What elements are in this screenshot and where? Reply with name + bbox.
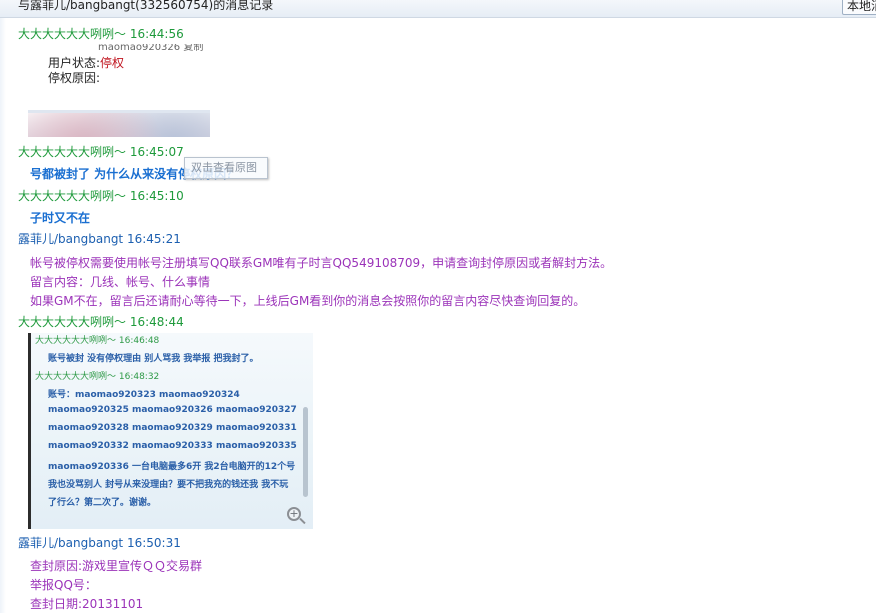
title-bar: 与露菲儿/bangbangt(332560754)的消息记录 本地消	[0, 0, 876, 18]
message-time: 16:45:21	[126, 232, 181, 246]
image-scrollbar	[303, 407, 308, 497]
window-title: 与露菲儿/bangbangt(332560754)的消息记录	[18, 0, 274, 12]
image-line: 大大大大大大咧咧～ 16:46:48	[35, 336, 160, 346]
message-header: 大大大大大大咧咧～ 16:45:07	[18, 143, 184, 160]
sender-name: 大大大大大大咧咧～	[18, 27, 127, 41]
sender-name: 大大大大大大咧咧～	[18, 189, 127, 203]
zoom-handle	[299, 517, 306, 525]
image-line: maomao920332 maomao920333 maomao920335	[48, 441, 297, 451]
message-line: 留言内容：几线、帐号、什么事情	[30, 275, 211, 289]
status-value: 停权	[100, 56, 125, 70]
image-line: 大大大大大大咧咧～ 16:48:32	[35, 372, 160, 382]
status-card: maomao920326 复制 用户状态:停权 停权原因:	[28, 44, 210, 113]
image-line: 账号：maomao920323 maomao920324	[48, 390, 240, 400]
message-header: 大大大大大大咧咧～ 16:48:44	[18, 313, 184, 330]
status-label: 用户状态:	[48, 56, 101, 70]
message-time: 16:48:44	[129, 315, 184, 329]
sender-name: 大大大大大大咧咧～	[18, 145, 127, 159]
view-original-tooltip: 双击查看原图	[184, 157, 268, 179]
message-time: 16:44:56	[129, 27, 184, 41]
message-line: 如果GM不在，留言后还请耐心等待一下，上线后GM看到你的消息会按照你的留言内容尽…	[30, 294, 586, 308]
image-line: maomao920336 一台电脑最多6开 我2台电脑开的12个号	[48, 462, 296, 472]
image-line: maomao920325 maomao920326 maomao920327	[48, 405, 297, 415]
image-line: 了行么？第二次了。谢谢。	[48, 498, 157, 508]
message-header: 露菲儿/bangbangt 16:45:21	[18, 230, 181, 247]
chat-image-screenshot[interactable]: 大大大大大大咧咧～ 16:46:48 账号被封 没有停权理由 别人骂我 我举报 …	[28, 333, 313, 529]
message-header: 大大大大大大咧咧～ 16:45:10	[18, 187, 184, 204]
message-text: 子时又不在	[30, 211, 91, 225]
message-time: 16:45:07	[129, 145, 184, 159]
message-header: 大大大大大大咧咧～ 16:44:56	[18, 25, 184, 42]
cropped-text: maomao920326 复制	[98, 44, 204, 53]
local-messages-button[interactable]: 本地消	[842, 0, 876, 15]
sender-name: 露菲儿/bangbangt	[18, 232, 124, 246]
reason-label: 停权原因:	[48, 71, 101, 85]
chat-image-status-card[interactable]: maomao920326 复制 用户状态:停权 停权原因:	[28, 44, 210, 137]
image-line: 账号被封 没有停权理由 别人骂我 我举报 把我封了。	[48, 354, 259, 364]
message-line: 查封原因:游戏里宣传ＱＱ交易群	[30, 559, 203, 573]
image-line: 我也没骂别人 封号从来没理由？要不把我充的钱还我 我不玩	[48, 480, 289, 490]
left-gutter	[0, 18, 6, 613]
message-line: 举报QQ号：	[30, 578, 97, 592]
message-line: 帐号被停权需要使用帐号注册填写QQ联系GM唯有子时言QQ549108709，申请…	[30, 256, 613, 270]
sender-name: 大大大大大大咧咧～	[18, 315, 127, 329]
message-header: 露菲儿/bangbangt 16:50:31	[18, 534, 181, 551]
sender-name: 露菲儿/bangbangt	[18, 536, 124, 550]
message-line: 查封日期:20131101	[30, 597, 144, 611]
image-line: maomao920328 maomao920329 maomao920331	[48, 423, 297, 433]
message-time: 16:50:31	[126, 536, 181, 550]
message-time: 16:45:10	[129, 189, 184, 203]
